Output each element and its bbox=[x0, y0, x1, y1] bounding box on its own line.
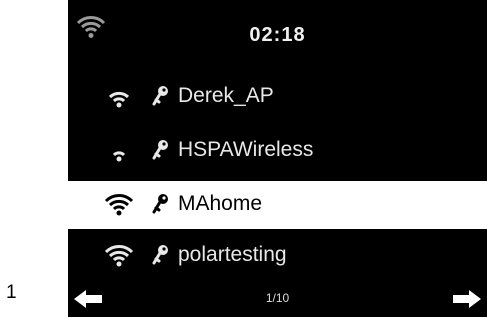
network-name: polartesting bbox=[178, 243, 287, 266]
wifi-signal-icon bbox=[108, 91, 130, 108]
network-name: Derek_AP bbox=[178, 84, 274, 107]
arrow-right-icon[interactable] bbox=[451, 288, 481, 310]
clock-time: 02:18 bbox=[249, 24, 306, 46]
page-indicator: 1/10 bbox=[265, 291, 290, 305]
network-row[interactable]: Derek_AP bbox=[68, 73, 487, 121]
network-row[interactable]: HSPAWireless bbox=[68, 127, 487, 175]
key-icon bbox=[152, 86, 168, 106]
network-name: MAhome bbox=[178, 192, 263, 215]
wifi-signal-icon bbox=[104, 194, 134, 216]
radio-display-screen: 02:18 Derek_AP HSPAWireless MAhome polartes… bbox=[68, 0, 487, 317]
figure-number: 1 bbox=[6, 282, 17, 303]
network-row[interactable]: MAhome bbox=[68, 181, 487, 229]
key-icon bbox=[152, 194, 168, 214]
wifi-signal-icon bbox=[104, 245, 134, 267]
key-icon bbox=[152, 245, 168, 265]
key-icon bbox=[152, 140, 168, 160]
network-name: HSPAWireless bbox=[178, 138, 314, 161]
footer-bar: 1/10 bbox=[68, 283, 487, 317]
wifi-signal-icon bbox=[112, 151, 126, 162]
network-row[interactable]: polartesting bbox=[68, 232, 487, 280]
